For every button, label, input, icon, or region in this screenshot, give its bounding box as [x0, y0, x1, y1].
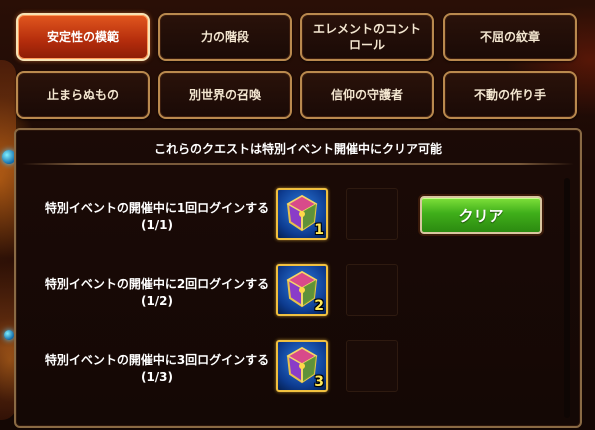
reward-count: 2 — [314, 298, 324, 314]
reward-chest-icon[interactable]: 2 — [276, 264, 328, 316]
tab-otherworld-summon[interactable]: 別世界の召喚 — [158, 71, 292, 119]
clear-button[interactable]: クリア — [420, 196, 542, 234]
quest-text: 特別イベントの開催中に3回ログインする — [44, 353, 270, 367]
tab-stability-exemplar[interactable]: 安定性の模範 — [16, 13, 150, 61]
reward-count: 1 — [314, 222, 324, 238]
quest-text: 特別イベントの開催中に1回ログインする — [44, 201, 270, 215]
tab-stairway-of-power[interactable]: 力の階段 — [158, 13, 292, 61]
quest-description: 特別イベントの開催中に1回ログインする (1/1) — [32, 200, 282, 234]
tab-guardian-of-faith[interactable]: 信仰の守護者 — [300, 71, 434, 119]
quest-progress: (1/2) — [140, 294, 174, 308]
tab-element-control[interactable]: エレメントのコントロール — [300, 13, 434, 61]
empty-reward-slot — [346, 264, 398, 316]
quest-description: 特別イベントの開催中に2回ログインする (1/2) — [32, 276, 282, 310]
panel-title: これらのクエストは特別イベント開催中にクリア可能 — [153, 142, 442, 156]
gem-decoration — [4, 330, 14, 340]
tab-indomitable-crest[interactable]: 不屈の紋章 — [443, 13, 577, 61]
quest-panel: これらのクエストは特別イベント開催中にクリア可能 特別イベントの開催中に1回ログ… — [14, 128, 582, 428]
empty-reward-slot — [346, 188, 398, 240]
quest-progress: (1/1) — [140, 218, 174, 232]
quest-description: 特別イベントの開催中に3回ログインする (1/3) — [32, 352, 282, 386]
empty-reward-slot — [346, 340, 398, 392]
reward-count: 3 — [314, 374, 324, 390]
game-screen: 安定性の模範 力の階段 エレメントのコントロール 不屈の紋章 止まらぬもの 別世… — [0, 0, 595, 430]
quest-text: 特別イベントの開催中に2回ログインする — [44, 277, 270, 291]
tab-immovable-maker[interactable]: 不動の作り手 — [443, 71, 577, 119]
reward-chest-icon[interactable]: 3 — [276, 340, 328, 392]
scrollbar[interactable] — [564, 178, 570, 418]
divider — [22, 163, 574, 165]
quest-progress: (1/3) — [140, 370, 174, 384]
reward-chest-icon[interactable]: 1 — [276, 188, 328, 240]
tab-unstoppable[interactable]: 止まらぬもの — [16, 71, 150, 119]
